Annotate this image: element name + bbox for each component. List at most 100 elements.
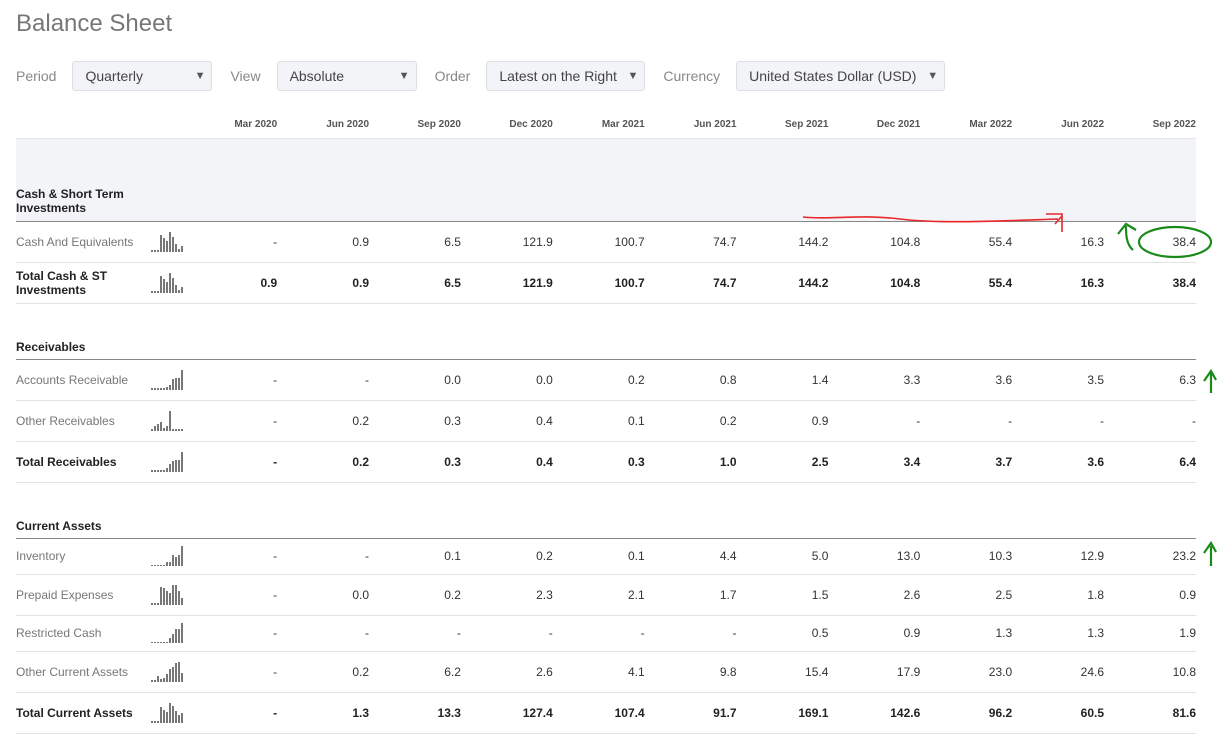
sparkline-bar — [181, 546, 184, 566]
value-cell: 0.9 — [277, 221, 370, 263]
sparkline-cell[interactable] — [136, 359, 186, 401]
period-header: Sep 2020 — [369, 112, 461, 139]
value-cell: 142.6 — [828, 692, 921, 734]
period-header: Dec 2021 — [828, 112, 921, 139]
currency-select[interactable]: United States Dollar (USD) ▼ — [736, 61, 946, 91]
table-row[interactable]: Restricted Cash - - - - - -0.5 0.9 1.3 1.3 1.9 — [16, 615, 1196, 652]
value-cell: 81.6 — [1104, 692, 1196, 734]
row-label: Restricted Cash — [16, 615, 137, 652]
value-cell: 2.3 — [460, 574, 553, 616]
view-select[interactable]: Absolute ▼ — [276, 61, 417, 91]
value-cell: 0.9 — [277, 262, 370, 304]
value-cell: 0.1 — [369, 538, 461, 575]
sparkline-bar — [169, 385, 172, 390]
sparkline-bar — [166, 282, 169, 293]
order-select[interactable]: Latest on the Right ▼ — [486, 61, 646, 91]
row-label: Accounts Receivable — [16, 359, 137, 401]
value-cell: - — [277, 359, 370, 401]
header-blank — [16, 112, 137, 139]
caret-down-icon: ▼ — [194, 70, 206, 82]
value-cell: 38.4 — [1104, 262, 1196, 304]
sparkline-cell[interactable] — [136, 692, 186, 734]
value-cell: - — [277, 538, 370, 575]
sparkline-chart-icon — [137, 231, 185, 252]
value-cell: 1.3 — [1012, 615, 1105, 652]
value-cell: 74.7 — [644, 262, 737, 304]
value-cell: 2.6 — [460, 651, 553, 693]
value-cell: - — [1012, 400, 1105, 442]
sparkline-cell[interactable] — [136, 574, 186, 616]
period-header: Jun 2020 — [277, 112, 370, 139]
caret-down-icon: ▼ — [927, 70, 939, 82]
value-cell: 100.7 — [552, 221, 645, 263]
sparkline-bar — [157, 676, 160, 682]
sparkline-bar — [157, 641, 160, 643]
sparkline-bar — [154, 250, 157, 252]
value-cell: - — [920, 400, 1013, 442]
table-row[interactable]: Total Receivables -0.2 0.3 0.4 0.3 1.0 2.5 3.4 3… — [16, 441, 1196, 483]
value-cell: - — [460, 615, 553, 652]
sparkline-bar — [151, 250, 154, 252]
sparkline-cell[interactable] — [136, 221, 186, 263]
period-select[interactable]: Quarterly ▼ — [72, 61, 213, 91]
table-row[interactable]: Prepaid Expenses -0.0 0.2 2.3 2.1 1.7 1.5 2.6 2.… — [16, 574, 1196, 616]
sparkline-bar — [181, 287, 184, 293]
sparkline-bar — [160, 641, 163, 643]
filter-controls: Period Quarterly ▼ View Absolute ▼ Order… — [16, 61, 963, 91]
value-cell: 0.4 — [460, 441, 553, 483]
green-up-arrow-annotation — [1203, 540, 1217, 566]
sparkline-bar — [157, 564, 160, 566]
sparkline-cell[interactable] — [136, 400, 186, 442]
period-header: Sep 2021 — [736, 112, 829, 139]
sparkline-bar — [160, 275, 163, 293]
value-cell: 10.8 — [1104, 651, 1196, 693]
sparkline-bar — [181, 623, 184, 643]
table-row[interactable]: Accounts Receivable - -0.0 0.0 0.2 0.8 1.4 3.3 3… — [16, 359, 1196, 401]
table-row[interactable]: Inventory - -0.1 0.2 0.1 4.4 5.0 13.0 10.3 12.9 23… — [16, 538, 1196, 575]
row-label: Total Receivables — [16, 441, 137, 483]
value-cell: 6.5 — [369, 262, 461, 304]
value-cell: 0.2 — [277, 651, 370, 693]
table-row[interactable]: Total Current Assets -1.3 13.3 127.4 107.4 91… — [16, 692, 1196, 734]
sparkline-bar — [151, 641, 154, 643]
table-row[interactable]: Total Cash & ST Investments 0.9 0.9 6.5 121.… — [16, 262, 1196, 304]
sparkline-bar — [154, 603, 157, 605]
value-cell: 0.1 — [552, 400, 645, 442]
sparkline-bar — [166, 673, 169, 682]
sparkline-bar — [163, 678, 166, 682]
sparkline-cell[interactable] — [136, 651, 186, 693]
sparkline-bar — [163, 564, 166, 566]
value-cell: 17.9 — [828, 651, 921, 693]
sparkline-bar — [163, 641, 166, 643]
sparkline-bar — [175, 459, 178, 472]
table-row[interactable]: Other Current Assets -0.2 6.2 2.6 4.1 9.8 15.4… — [16, 651, 1196, 693]
value-cell: - — [552, 615, 645, 652]
value-cell: 144.2 — [736, 221, 829, 263]
sparkline-cell[interactable] — [136, 441, 186, 483]
sparkline-bar — [166, 426, 169, 431]
value-cell: - — [185, 651, 278, 693]
currency-label: Currency — [663, 68, 721, 84]
sparkline-cell[interactable] — [136, 615, 186, 652]
value-cell: 0.3 — [552, 441, 645, 483]
sparkline-cell[interactable] — [136, 262, 186, 304]
value-cell: 100.7 — [552, 262, 645, 304]
row-label: Other Current Assets — [16, 651, 137, 693]
sparkline-cell[interactable] — [136, 538, 186, 575]
value-cell: 1.8 — [1012, 574, 1105, 616]
sparkline-bar — [181, 246, 184, 252]
period-header: Dec 2020 — [460, 112, 553, 139]
table-row[interactable]: Other Receivables -0.2 0.3 0.4 0.1 0.2 0.9- - - - — [16, 400, 1196, 442]
value-cell: 1.3 — [920, 615, 1013, 652]
value-cell: 0.2 — [644, 400, 737, 442]
value-cell: - — [185, 400, 278, 442]
sparkline-bar — [163, 470, 166, 472]
sparkline-bar — [154, 641, 157, 643]
view-value: Absolute — [289, 68, 345, 84]
section-title: Cash & Short Term Investments — [16, 138, 137, 222]
table-row[interactable]: Cash And Equivalents -0.9 6.5 121.9 100.7 74.… — [16, 221, 1196, 263]
value-cell: 24.6 — [1012, 651, 1105, 693]
sparkline-bar — [172, 379, 175, 390]
value-cell: 0.9 — [828, 615, 921, 652]
sparkline-bar — [160, 679, 163, 682]
